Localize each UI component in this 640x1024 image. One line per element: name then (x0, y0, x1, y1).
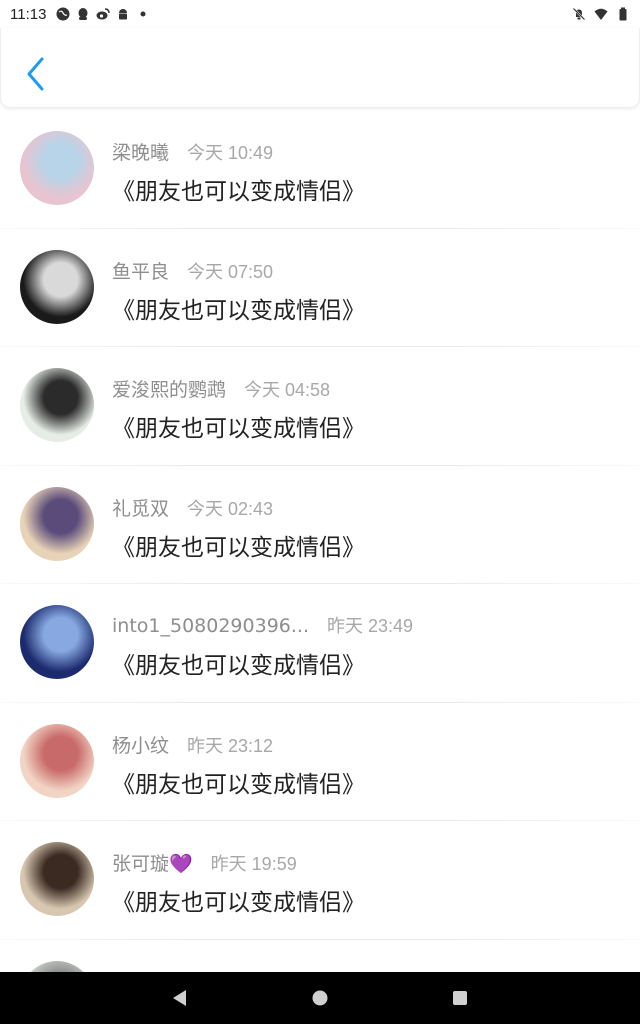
username[interactable]: into1_5080290396... (112, 615, 309, 637)
status-time: 11:13 (10, 5, 47, 23)
nav-home-button[interactable] (300, 978, 340, 1018)
avatar[interactable] (20, 368, 94, 442)
comment-row[interactable]: 张可璇💜 昨天 19:59 《朋友也可以变成情侣》 (0, 821, 640, 940)
nav-recents-button[interactable] (440, 978, 480, 1018)
notification-icons (56, 7, 150, 21)
comment-row[interactable] (0, 940, 640, 972)
chevron-left-icon (27, 57, 44, 91)
battery-icon (619, 7, 627, 21)
system-nav-bar (0, 972, 640, 1024)
avatar[interactable] (20, 605, 94, 679)
comment-meta: 鱼平良 今天 07:50 (112, 257, 273, 284)
globe-icon (56, 7, 70, 21)
home-circle-icon (312, 990, 328, 1006)
comment-time: 今天 04:58 (244, 380, 331, 400)
comment-row[interactable]: 爱浚熙的鹦鹉 今天 04:58 《朋友也可以变成情侣》 (0, 347, 640, 466)
avatar[interactable] (20, 249, 94, 324)
comment-time: 今天 02:43 (187, 498, 274, 519)
comment-time: 昨天 23:49 (327, 616, 414, 636)
comment-text: 《朋友也可以变成情侣》 (112, 534, 365, 561)
avatar[interactable] (20, 723, 94, 798)
username[interactable]: 杨小纹 (112, 731, 169, 758)
username[interactable]: 鱼平良 (112, 257, 169, 284)
comment-meta: 礼觅双 今天 02:43 (112, 494, 273, 521)
top-app-bar (0, 28, 640, 108)
comment-row[interactable]: into1_5080290396... 昨天 23:49 《朋友也可以变成情侣》 (0, 584, 640, 703)
username[interactable]: 爱浚熙的鹦鹉 (112, 375, 226, 402)
comment-row[interactable]: 鱼平良 今天 07:50 《朋友也可以变成情侣》 (0, 229, 640, 347)
username[interactable]: 梁晚曦 (112, 138, 169, 165)
comment-time: 昨天 19:59 (210, 854, 297, 874)
system-status-icons (572, 7, 630, 21)
username[interactable]: 张可璇💜 (112, 849, 193, 876)
comment-time: 今天 07:50 (187, 261, 274, 282)
comment-row[interactable]: 杨小纹 昨天 23:12 《朋友也可以变成情侣》 (0, 703, 640, 821)
mute-icon (572, 7, 586, 21)
wifi-icon (594, 8, 608, 20)
comment-meta: 杨小纹 昨天 23:12 (112, 731, 273, 758)
back-triangle-icon (173, 990, 186, 1006)
comment-meta: 张可璇💜 昨天 19:59 (112, 849, 297, 876)
back-button[interactable] (21, 54, 51, 94)
recents-square-icon (453, 991, 467, 1005)
comment-time: 昨天 23:12 (187, 735, 274, 756)
qq-icon (78, 8, 88, 20)
avatar[interactable] (20, 842, 94, 916)
nav-back-button[interactable] (160, 978, 200, 1018)
comment-text: 《朋友也可以变成情侣》 (112, 653, 365, 679)
comment-row[interactable]: 礼觅双 今天 02:43 《朋友也可以变成情侣》 (0, 466, 640, 584)
avatar[interactable] (20, 486, 94, 561)
comment-time: 今天 10:49 (187, 143, 274, 163)
comment-text: 《朋友也可以变成情侣》 (112, 297, 365, 324)
comment-text: 《朋友也可以变成情侣》 (112, 890, 365, 916)
comment-text: 《朋友也可以变成情侣》 (112, 416, 365, 442)
comment-row[interactable]: 梁晚曦 今天 10:49 《朋友也可以变成情侣》 (0, 110, 640, 229)
comment-list[interactable]: 梁晚曦 今天 10:49 《朋友也可以变成情侣》 鱼平良 今天 07:50 《朋友也可以变… (0, 110, 640, 972)
comment-text: 《朋友也可以变成情侣》 (112, 179, 365, 205)
avatar[interactable] (20, 131, 94, 205)
dot-icon (140, 11, 146, 17)
avatar[interactable] (20, 960, 94, 972)
username[interactable]: 礼觅双 (112, 494, 169, 521)
comment-meta: into1_5080290396... 昨天 23:49 (112, 612, 413, 638)
comment-meta: 爱浚熙的鹦鹉 今天 04:58 (112, 375, 330, 402)
android-icon (119, 9, 128, 20)
comment-text: 《朋友也可以变成情侣》 (112, 771, 365, 798)
comment-meta: 梁晚曦 今天 10:49 (112, 138, 273, 165)
weibo-icon (96, 8, 111, 20)
status-bar: 11:13 (0, 0, 640, 28)
